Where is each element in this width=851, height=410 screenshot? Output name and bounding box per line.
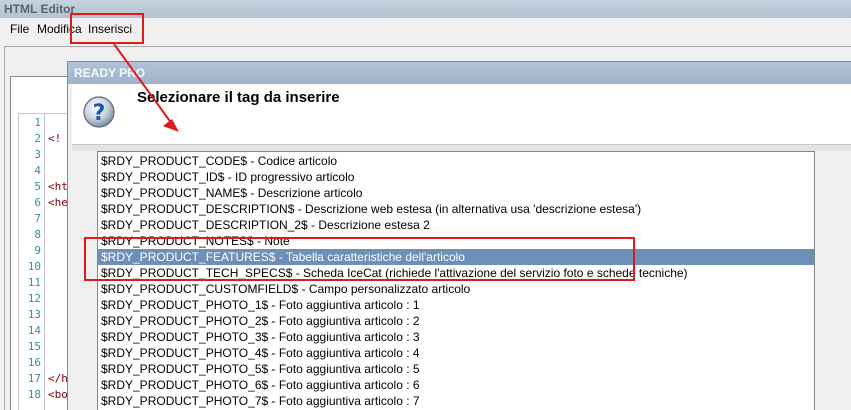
dialog-header: ? Selezionare il tag da inserire [72,84,851,145]
features-highlight-box [84,237,635,281]
dialog-heading: Selezionare il tag da inserire [137,89,340,106]
dialog-title: READY PRO [74,66,146,80]
tag-list-item[interactable]: $RDY_PRODUCT_PHOTO_6$ - Foto aggiuntiva … [98,377,814,393]
tag-list-item[interactable]: $RDY_PRODUCT_PHOTO_2$ - Foto aggiuntiva … [98,313,814,329]
code-line: </h [48,372,68,385]
code-line: <he [48,196,68,209]
svg-text:?: ? [93,101,106,126]
code-line: <! [48,132,62,145]
tag-list-item[interactable]: $RDY_PRODUCT_CODE$ - Codice articolo [98,153,814,169]
question-icon: ? [83,92,115,132]
tag-list-item[interactable]: $RDY_PRODUCT_DESCRIPTION_2$ - Descrizion… [98,217,814,233]
code-line: <bo [48,388,68,401]
tag-list-item[interactable]: $RDY_PRODUCT_PHOTO_5$ - Foto aggiuntiva … [98,361,814,377]
tag-list-item[interactable]: $RDY_PRODUCT_NAME$ - Descrizione articol… [98,185,814,201]
tag-list-item[interactable]: $RDY_PRODUCT_CUSTOMFIELD$ - Campo person… [98,281,814,297]
tag-list-item[interactable]: $RDY_PRODUCT_ID$ - ID progressivo artico… [98,169,814,185]
tag-list-item[interactable]: $RDY_PRODUCT_PHOTO_3$ - Foto aggiuntiva … [98,329,814,345]
dialog-title-bar: READY PRO [68,62,851,84]
tag-list-item[interactable]: $RDY_PRODUCT_PHOTO_4$ - Foto aggiuntiva … [98,345,814,361]
tag-list-item[interactable]: $RDY_PRODUCT_DESCRIPTION$ - Descrizione … [98,201,814,217]
tag-list-item[interactable]: $RDY_PRODUCT_PHOTO_1$ - Foto aggiuntiva … [98,297,814,313]
code-line: <ht [48,180,68,193]
tag-list-item[interactable]: $RDY_PRODUCT_PHOTO_7$ - Foto aggiuntiva … [98,393,814,409]
inserisci-highlight-box [70,13,144,44]
